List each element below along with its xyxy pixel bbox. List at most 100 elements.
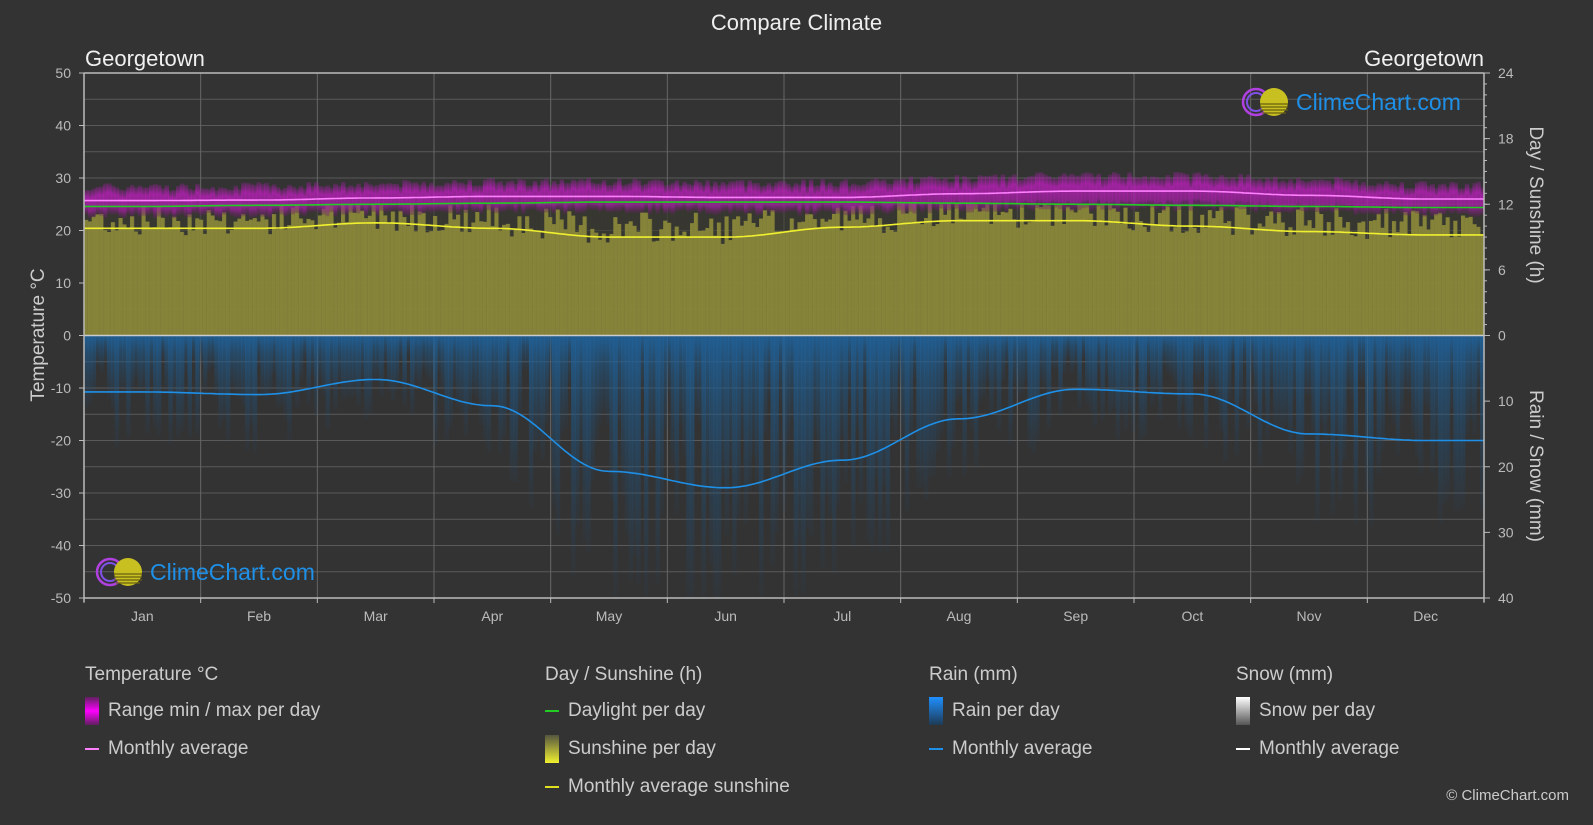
sunshine-bar bbox=[962, 219, 967, 336]
rain-bar bbox=[874, 335, 879, 478]
sunshine-bar bbox=[271, 214, 277, 336]
sunshine-bar bbox=[747, 213, 752, 336]
rain-bar bbox=[1150, 335, 1155, 406]
temp-range-bar bbox=[709, 185, 714, 214]
rain-bar bbox=[1085, 335, 1090, 405]
rain-bar bbox=[808, 335, 814, 537]
sunshine-bar bbox=[678, 235, 683, 336]
rain-bar bbox=[130, 335, 135, 395]
rain-bar bbox=[548, 335, 553, 379]
rain-bar bbox=[858, 335, 864, 504]
sunshine-bar bbox=[816, 228, 822, 336]
brand-watermark-top[interactable]: ClimeChart.com bbox=[1240, 86, 1461, 118]
sunshine-bar bbox=[1092, 225, 1098, 336]
rain-bar bbox=[103, 335, 108, 363]
rain-bar bbox=[402, 335, 407, 406]
tick-label-right-bottom: 20 bbox=[1498, 459, 1514, 475]
sunshine-bar bbox=[1062, 223, 1067, 336]
rain-bar bbox=[1119, 335, 1125, 416]
rain-bar bbox=[981, 335, 986, 399]
temp-range-bar bbox=[620, 185, 626, 210]
rain-bar bbox=[1246, 335, 1251, 429]
rain-bar bbox=[302, 335, 308, 360]
rain-bar bbox=[1395, 335, 1401, 456]
legend-temperature: Temperature °C Range min / max per day M… bbox=[85, 664, 320, 774]
legend-item-temp-range: Range min / max per day bbox=[85, 697, 320, 725]
rain-bar bbox=[889, 335, 894, 418]
sunshine-bar bbox=[1058, 204, 1063, 336]
sunshine-bar bbox=[1223, 222, 1228, 336]
sunshine-bar bbox=[371, 204, 377, 336]
rain-bar bbox=[778, 335, 783, 402]
brand-watermark-bottom[interactable]: ClimeChart.com bbox=[94, 556, 315, 588]
sunshine-bar bbox=[287, 225, 292, 336]
tick-label-right-top: 24 bbox=[1498, 65, 1514, 81]
rain-bar bbox=[720, 335, 726, 481]
sunshine-bar bbox=[597, 239, 603, 336]
rain-bar bbox=[1315, 335, 1320, 523]
temp-range-bar bbox=[1303, 181, 1309, 212]
rain-bar bbox=[153, 335, 158, 428]
temp-range-bar bbox=[306, 181, 311, 213]
sunshine-bar bbox=[133, 231, 139, 336]
temp-range-bar bbox=[759, 186, 764, 215]
temp-range-bar bbox=[1372, 185, 1378, 215]
sunshine-bar bbox=[183, 235, 189, 336]
rain-bar bbox=[877, 335, 883, 553]
rain-bar bbox=[1464, 335, 1470, 436]
temp-range-bar bbox=[471, 185, 476, 212]
rain-bar bbox=[820, 335, 825, 570]
temp-range-bar bbox=[118, 189, 123, 218]
rain-bar bbox=[962, 335, 967, 476]
temp-range-bar bbox=[574, 181, 580, 214]
temp-range-bar bbox=[544, 178, 549, 213]
sunshine-bar bbox=[778, 231, 783, 336]
sunshine-bar bbox=[1019, 203, 1025, 336]
rain-bar bbox=[993, 335, 998, 391]
rain-bar bbox=[544, 335, 549, 424]
rain-bar bbox=[1280, 335, 1286, 432]
sunshine-bar bbox=[624, 223, 630, 336]
rain-bar bbox=[486, 335, 492, 454]
temp-range-bar bbox=[812, 185, 818, 216]
sunshine-bar bbox=[751, 222, 756, 336]
rain-bar bbox=[674, 335, 680, 515]
sunshine-bar bbox=[574, 231, 580, 336]
temp-range-bar bbox=[536, 184, 542, 212]
rain-bar bbox=[1476, 335, 1481, 392]
sunshine-bar bbox=[970, 203, 975, 336]
temp-range-bar bbox=[352, 186, 357, 213]
temp-range-bar bbox=[1031, 175, 1036, 211]
rain-bar bbox=[1000, 335, 1006, 382]
sunshine-bar bbox=[1391, 221, 1397, 336]
rain-bar bbox=[1430, 335, 1435, 475]
sunshine-bar bbox=[1123, 207, 1128, 336]
rain-bar bbox=[1177, 335, 1182, 429]
rain-bar bbox=[705, 335, 710, 497]
sunshine-bar bbox=[248, 219, 254, 336]
temp-range-bar bbox=[1207, 176, 1213, 209]
sunshine-bar bbox=[1188, 205, 1194, 336]
sunshine-bar bbox=[532, 231, 538, 336]
sunshine-bar bbox=[874, 226, 879, 336]
temp-range-bar bbox=[360, 187, 365, 212]
temp-range-bar bbox=[950, 181, 956, 209]
temp-range-bar bbox=[1430, 184, 1435, 217]
temp-range-bar bbox=[509, 180, 515, 211]
rain-bar bbox=[1276, 335, 1282, 427]
sunshine-bar bbox=[141, 206, 146, 336]
temp-range-bar bbox=[410, 182, 415, 215]
rain-bar bbox=[1345, 335, 1351, 390]
rain-bar bbox=[172, 335, 177, 399]
rain-bar bbox=[1204, 335, 1209, 449]
rain-bar bbox=[283, 335, 288, 419]
rain-bar bbox=[686, 335, 691, 598]
sunshine-bar bbox=[379, 204, 384, 336]
rain-bar bbox=[364, 335, 369, 419]
brand-text: ClimeChart.com bbox=[150, 558, 315, 585]
rain-bar bbox=[1353, 335, 1359, 525]
sunshine-bar bbox=[433, 215, 438, 336]
sunshine-bar bbox=[954, 203, 960, 336]
sunshine-bar bbox=[713, 235, 718, 336]
sunshine-bar bbox=[502, 224, 507, 336]
